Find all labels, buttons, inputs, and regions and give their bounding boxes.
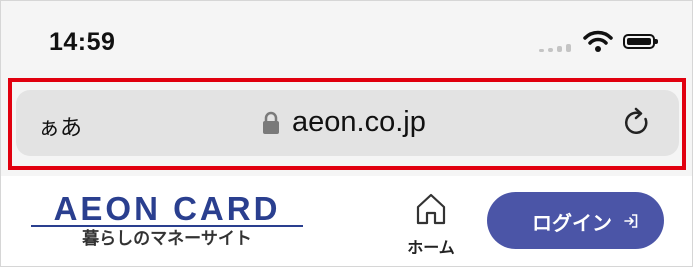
signal-icon [539,44,579,52]
aeon-card-logo[interactable]: AEON CARD 暮らしのマネーサイト [31,192,303,250]
lock-icon [263,111,279,134]
logo-tagline: 暮らしのマネーサイト [82,229,252,248]
home-label: ホーム [407,240,455,257]
reload-icon[interactable] [621,107,653,139]
home-button[interactable]: ホーム [399,191,463,257]
browser-screenshot: 14:59 ぁあ aeon.co.jp AEON CARD 暮らしのマネーサイト… [0,0,693,267]
address-bar[interactable]: ぁあ aeon.co.jp [16,90,679,156]
logo-text: AEON CARD [53,190,281,227]
login-button[interactable]: ログイン [487,192,664,249]
wifi-icon [583,30,613,52]
status-time: 14:59 [49,28,116,56]
home-icon [416,193,446,225]
browser-chrome: 14:59 ぁあ aeon.co.jp [1,1,692,176]
text-size-button[interactable]: ぁあ [38,110,82,142]
battery-icon [623,34,658,49]
login-arrow-icon [624,214,638,228]
login-label: ログイン [532,213,612,235]
url-text[interactable]: aeon.co.jp [292,106,426,139]
